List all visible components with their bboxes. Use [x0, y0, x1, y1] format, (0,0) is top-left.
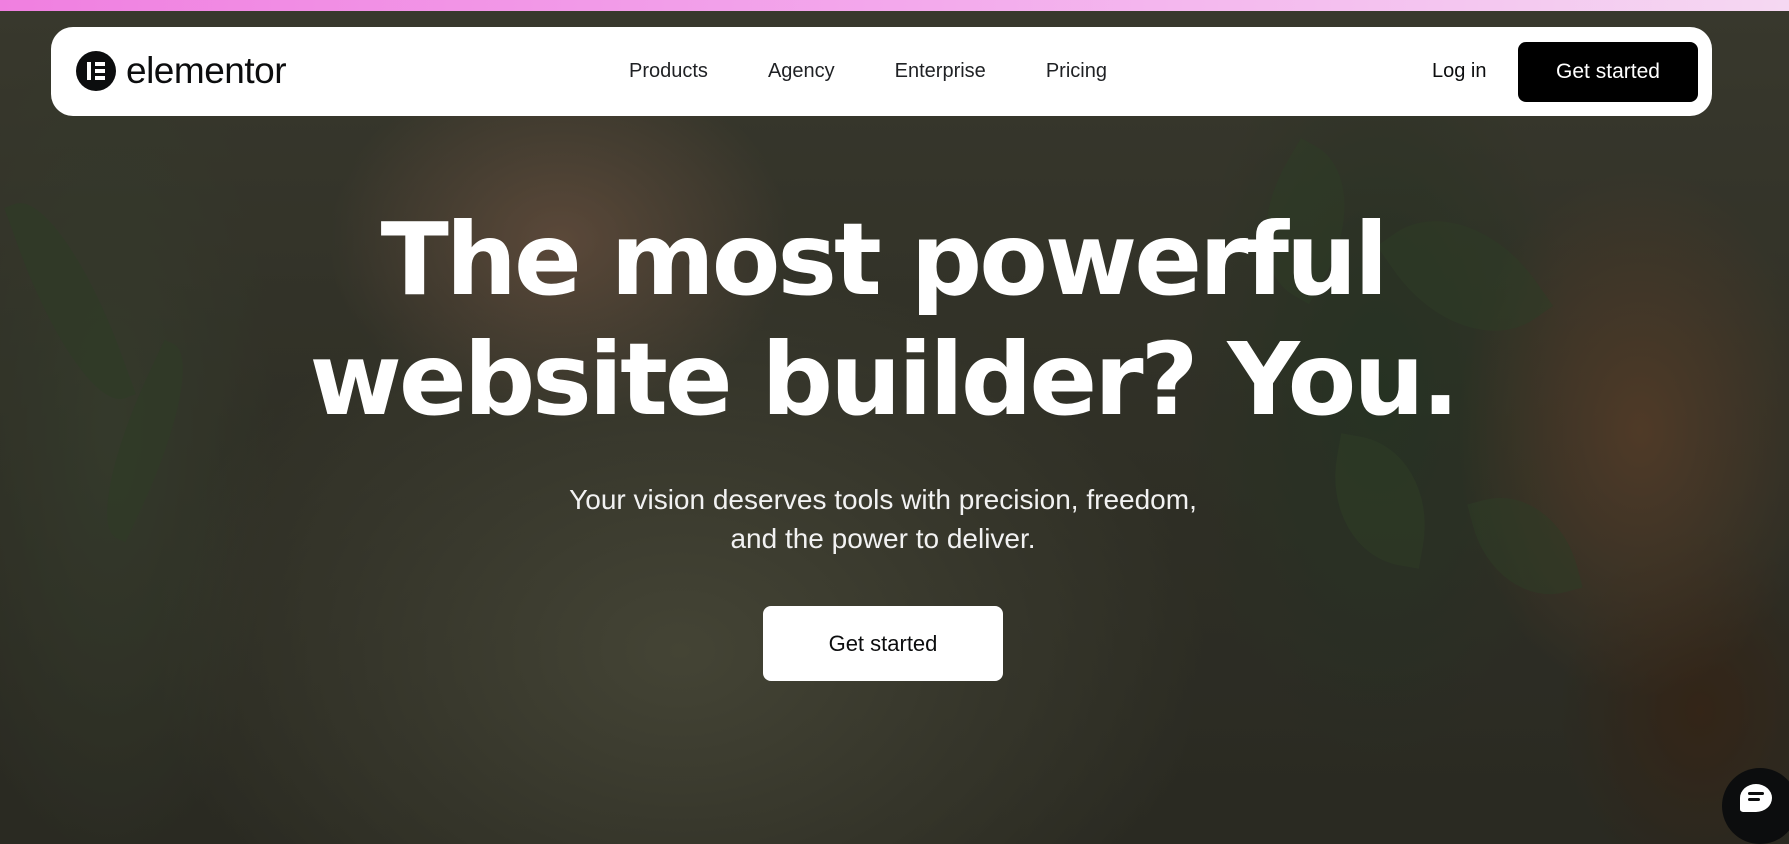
- hero-get-started-button[interactable]: Get started: [763, 606, 1003, 681]
- elementor-logo-icon: [76, 51, 116, 91]
- hero-subtitle-line: and the power to deliver.: [730, 523, 1036, 554]
- hero-subtitle-line: Your vision deserves tools with precisio…: [569, 484, 1197, 515]
- hero-subtitle: Your vision deserves tools with precisio…: [503, 480, 1263, 558]
- hero-title-line: website builder? You.: [309, 321, 1459, 438]
- chat-launcher-button[interactable]: [1722, 768, 1789, 844]
- main-navbar: elementor Products Agency Enterprise Pri…: [51, 27, 1712, 116]
- logo-wordmark: elementor: [126, 50, 287, 91]
- nav-link-pricing[interactable]: Pricing: [1046, 60, 1107, 83]
- hero-title: The most powerful website builder? You.: [0, 200, 1766, 440]
- chat-icon: [1740, 784, 1772, 812]
- nav-link-agency[interactable]: Agency: [768, 60, 835, 83]
- page: elementor Products Agency Enterprise Pri…: [0, 0, 1789, 844]
- nav-links: Products Agency Enterprise Pricing: [629, 27, 1107, 116]
- promo-strip: [0, 0, 1789, 11]
- nav-link-enterprise[interactable]: Enterprise: [895, 60, 986, 83]
- hero-title-line: The most powerful: [380, 201, 1389, 318]
- login-link[interactable]: Log in: [1432, 27, 1487, 116]
- nav-get-started-button[interactable]: Get started: [1518, 42, 1698, 102]
- elementor-logo[interactable]: elementor: [76, 50, 287, 92]
- nav-link-products[interactable]: Products: [629, 60, 708, 83]
- hero-section: The most powerful website builder? You. …: [0, 200, 1766, 681]
